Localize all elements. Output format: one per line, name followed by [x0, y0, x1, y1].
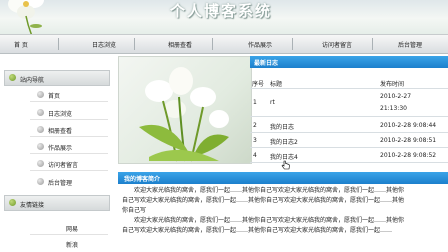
row-number: 3	[253, 137, 257, 144]
tulip-photo	[118, 56, 252, 164]
sidebar-item-label: 访问者留言	[48, 162, 79, 169]
hand-cursor-icon	[281, 160, 290, 170]
bullet-icon	[37, 178, 44, 185]
sidebar-item-album[interactable]: 相册查看	[37, 126, 108, 135]
sidebar-item-label: 后台管理	[48, 180, 73, 187]
sidebar-item-label: 相册查看	[48, 128, 73, 135]
bullet-icon	[37, 91, 44, 98]
row-number: 2	[253, 122, 257, 129]
intro-line: 你自己写	[122, 207, 147, 214]
flower-logo-icon	[8, 0, 44, 34]
divider	[30, 153, 108, 154]
main-nav: 首 页 日志浏览 相册查看 作品展示 访问者留言 后台管理	[0, 34, 448, 54]
intro-title: 我的博客简介	[124, 176, 161, 183]
latest-posts-header: 最新日志	[250, 56, 448, 68]
nav-divider	[292, 38, 293, 50]
leaf-icon	[9, 74, 16, 81]
column-header-title: 标题	[270, 81, 283, 88]
post-time: 21:13:30	[380, 105, 407, 112]
sidebar-item-label: 首页	[48, 93, 61, 100]
sidebar-item-works[interactable]: 作品展示	[37, 143, 108, 152]
bullet-icon	[37, 143, 44, 150]
row-divider	[250, 88, 448, 89]
row-number: 4	[253, 152, 257, 159]
friend-link-netease[interactable]: 网易	[66, 224, 78, 233]
row-divider	[250, 162, 448, 163]
site-nav-title: 站内导航	[20, 77, 45, 84]
bullet-icon	[37, 109, 44, 116]
leaf-icon	[9, 199, 16, 206]
header-banner: 个人博客系统	[0, 0, 448, 34]
nav-blog-browse[interactable]: 日志浏览	[92, 40, 116, 49]
divider	[30, 234, 108, 235]
intro-text: 欢迎大家光临我的窝舍，愿我们一起……其他你自己写欢迎大家光临我的窝舍，愿我们一起…	[122, 186, 442, 236]
row-number: 1	[253, 99, 257, 106]
sidebar-item-label: 日志浏览	[48, 111, 73, 118]
nav-admin[interactable]: 后台管理	[398, 40, 422, 49]
nav-home[interactable]: 首 页	[14, 40, 28, 49]
intro-header: 我的博客简介	[118, 172, 448, 184]
divider	[30, 119, 108, 120]
friend-links-title: 友情链接	[20, 202, 45, 209]
nav-works[interactable]: 作品展示	[248, 40, 272, 49]
post-title-link[interactable]: rt	[270, 99, 275, 106]
intro-line: 自己写欢迎大家光临我的窝舍，愿我们一起……其他你自己写欢迎大家光临我的窝舍，愿我…	[122, 197, 405, 204]
column-header-no: 序号	[252, 81, 265, 88]
nav-divider	[58, 38, 59, 50]
nav-divider	[372, 38, 373, 50]
divider	[30, 170, 108, 171]
intro-line: 欢迎大家光临我的窝舍，愿我们一起……其他你自己写欢迎大家光临我的窝舍，愿我们一起…	[134, 217, 405, 224]
site-nav-header: 站内导航	[4, 70, 110, 86]
post-time: 2010-2-28 9:08:52	[380, 152, 437, 159]
post-title-link[interactable]: 我的日志	[270, 122, 294, 131]
nav-guestbook[interactable]: 访问者留言	[322, 40, 352, 49]
row-divider	[250, 116, 448, 117]
divider	[30, 136, 108, 137]
sidebar-item-label: 作品展示	[48, 145, 73, 152]
friend-links-header: 友情链接	[4, 195, 110, 211]
tulip-image	[139, 67, 229, 162]
intro-line: 欢迎大家光临我的窝舍，愿我们一起……其他你自己写欢迎大家光临我的窝舍，愿我们一起…	[134, 187, 405, 194]
bullet-icon	[37, 160, 44, 167]
post-time: 2010-2-27	[380, 93, 412, 100]
column-header-time: 发布时间	[380, 81, 405, 88]
sidebar-item-admin[interactable]: 后台管理	[37, 178, 108, 187]
post-time: 2010-2-28 9:08:44	[380, 122, 437, 129]
bullet-icon	[37, 126, 44, 133]
nav-divider	[134, 38, 135, 50]
row-divider	[250, 147, 448, 148]
sidebar: 站内导航 首页 日志浏览 相册查看 作品展示 访问者留言 后台管理 友情链接 网…	[0, 62, 112, 252]
nav-album[interactable]: 相册查看	[168, 40, 192, 49]
site-title: 个人博客系统	[170, 2, 273, 20]
row-divider	[250, 132, 448, 133]
friend-link-sina[interactable]: 新浪	[66, 240, 78, 249]
post-title-link[interactable]: 我的日志2	[270, 137, 298, 146]
intro-line: 自己写欢迎大家光临我的窝舍，愿我们一起……其他你自己写欢迎大家光临我的窝舍，愿我…	[122, 227, 393, 234]
sidebar-item-guestbook[interactable]: 访问者留言	[37, 160, 108, 169]
post-time: 2010-2-28 9:08:51	[380, 137, 437, 144]
sidebar-item-blog-browse[interactable]: 日志浏览	[37, 109, 108, 118]
nav-divider	[212, 38, 213, 50]
sidebar-item-home[interactable]: 首页	[37, 91, 108, 100]
divider	[30, 101, 108, 102]
latest-posts-title: 最新日志	[254, 60, 279, 67]
